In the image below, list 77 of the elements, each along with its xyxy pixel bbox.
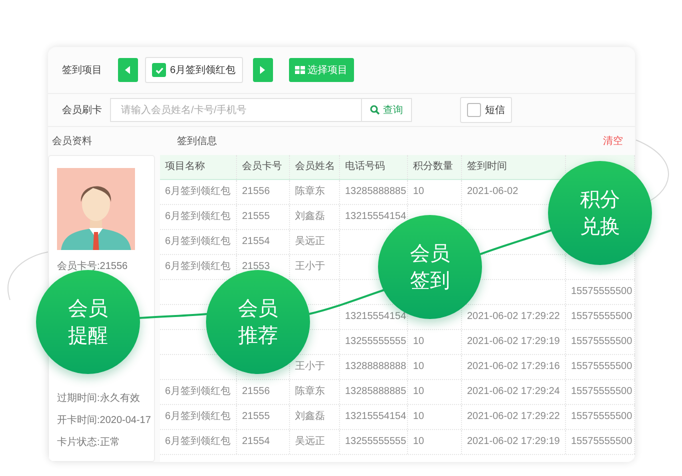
table-cell: 6月签到领红包 — [160, 180, 237, 204]
table-cell: 陈章东 — [290, 180, 340, 204]
table-cell: 2021-06-02 17:29:19 — [462, 430, 566, 454]
table-cell: 吴远正 — [290, 430, 340, 454]
table-cell: 吴远正 — [290, 230, 340, 254]
clear-link[interactable]: 清空 — [603, 134, 623, 148]
table-cell: 21554 — [237, 430, 290, 454]
checkbox[interactable] — [467, 103, 481, 117]
table-cell: 21555 — [237, 405, 290, 429]
project-label: 6月签到领红包 — [170, 64, 236, 77]
table-cell: 15575555500 — [566, 380, 635, 404]
table-cell: 15575555500 — [566, 330, 635, 354]
table-cell: 10 — [408, 380, 462, 404]
table-cell: 10 — [408, 405, 462, 429]
feature-label: 积分 兑换 — [580, 186, 620, 240]
table-cell: 6月签到领红包 — [160, 205, 237, 229]
arc-line — [8, 252, 48, 300]
section-title: 签到信息 — [177, 134, 218, 148]
table-cell: 2021-06-02 17:29:19 — [462, 330, 566, 354]
check-icon — [154, 66, 164, 74]
column-header: 项目名称 — [160, 155, 237, 179]
table-cell: 10 — [408, 355, 462, 379]
table-cell: 6月签到领红包 — [160, 405, 237, 429]
table-cell: 15575555500 — [566, 305, 635, 329]
table-cell: 15575555500 — [566, 355, 635, 379]
table-cell: 王小于 — [290, 255, 340, 279]
column-header: 会员姓名 — [290, 155, 340, 179]
table-cell: 13215554154 — [340, 405, 408, 429]
table-cell: 10 — [408, 430, 462, 454]
sms-option[interactable]: 短信 — [460, 97, 512, 123]
table-cell: 15575555500 — [566, 430, 635, 454]
table-cell: 13285888885 — [340, 380, 408, 404]
left-caret-icon — [125, 66, 131, 74]
table-cell: 13285888885 — [340, 180, 408, 204]
previous-button[interactable] — [118, 58, 138, 82]
table-cell: 10 — [408, 180, 462, 204]
sms-label: 短信 — [485, 104, 505, 117]
profile-field: 卡片状态:正常 — [57, 432, 154, 454]
table-cell: 陈章东 — [290, 380, 340, 404]
table-cell: 13288888888 — [340, 355, 408, 379]
table-cell: 2021-06-02 17:29:22 — [462, 405, 566, 429]
grid-icon — [294, 66, 305, 74]
table-cell: 13255555555 — [340, 330, 408, 354]
right-caret-icon — [260, 66, 266, 74]
checkbox[interactable] — [152, 63, 166, 77]
table-cell: 6月签到领红包 — [160, 230, 237, 254]
search-field[interactable]: 请输入会员姓名/卡号/手机号 — [110, 98, 362, 122]
next-button[interactable] — [252, 58, 273, 82]
table-cell: 15575555500 — [566, 280, 635, 304]
table-cell: 刘鑫磊 — [290, 405, 340, 429]
table-cell: 10 — [408, 330, 462, 354]
column-header: 电话号码 — [340, 155, 408, 179]
field-label: 签到项目 — [62, 64, 103, 77]
table-cell: 21556 — [237, 180, 290, 204]
table-cell: 21556 — [237, 380, 290, 404]
section-title: 会员资料 — [52, 134, 93, 148]
table-cell: 6月签到领红包 — [160, 380, 237, 404]
table-cell: 15575555500 — [566, 405, 635, 429]
table-cell: 21555 — [237, 205, 290, 229]
column-header: 积分数量 — [408, 155, 462, 179]
profile-field: 开卡时间:2020-04-17 — [57, 410, 154, 432]
field-label: 会员刷卡 — [62, 104, 103, 117]
select-project-button[interactable]: 选择项目 — [288, 58, 354, 82]
feature-label: 会员 签到 — [410, 240, 450, 294]
feature-label: 会员 推荐 — [238, 295, 278, 349]
profile-field: 过期时间:永久有效 — [57, 388, 154, 410]
feature-label: 会员 提醒 — [68, 295, 108, 349]
table-cell: 13255555555 — [340, 430, 408, 454]
column-header: 会员卡号 — [237, 155, 290, 179]
table-cell: 2021-06-02 17:29:16 — [462, 355, 566, 379]
query-button[interactable]: 查询 — [362, 98, 412, 122]
project-chip[interactable]: 6月签到领红包 — [145, 57, 243, 83]
search-icon — [370, 105, 380, 115]
table-cell: 刘鑫磊 — [290, 205, 340, 229]
table-cell: 2021-06-02 17:29:24 — [462, 380, 566, 404]
table-cell: 6月签到领红包 — [160, 430, 237, 454]
table-cell: 21554 — [237, 230, 290, 254]
